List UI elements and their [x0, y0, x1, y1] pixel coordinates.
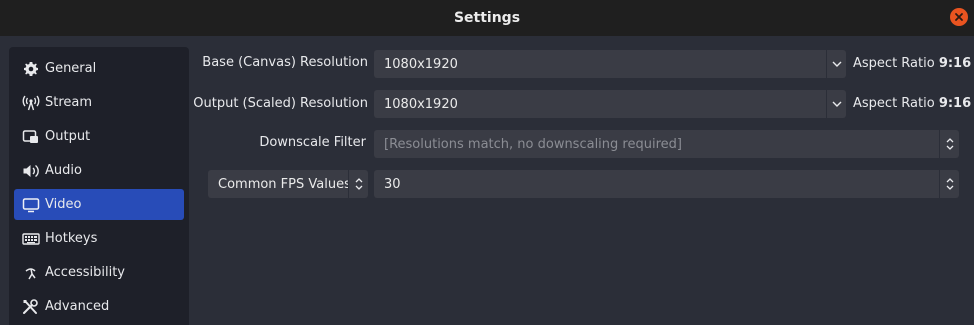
- sidebar-item-accessibility[interactable]: Accessibility: [14, 257, 184, 288]
- aspect-ratio-value: 9:16: [938, 56, 972, 71]
- gear-icon: [22, 60, 40, 78]
- aspect-ratio-label: Aspect Ratio: [853, 96, 935, 111]
- chevron-down-icon[interactable]: [826, 50, 846, 78]
- sidebar-item-label: Accessibility: [45, 265, 125, 280]
- aspect-ratio-value: 9:16: [938, 96, 972, 111]
- fps-value: 30: [384, 176, 401, 192]
- sidebar-item-label: General: [45, 61, 97, 76]
- tools-icon: [22, 298, 40, 316]
- accessibility-icon: [22, 264, 40, 282]
- sidebar-item-advanced[interactable]: Advanced: [14, 291, 184, 322]
- sidebar-item-video[interactable]: Video: [14, 189, 184, 220]
- speaker-icon: [22, 162, 40, 180]
- output-resolution-value: 1080x1920: [384, 96, 458, 112]
- output-aspect-ratio: Aspect Ratio 9:16: [853, 96, 971, 111]
- sidebar-item-output[interactable]: Output: [14, 121, 184, 152]
- fps-value-combo[interactable]: 30: [374, 170, 959, 198]
- up-down-arrows-icon[interactable]: [348, 170, 368, 198]
- window-title: Settings: [453, 10, 521, 26]
- title-bar: Settings: [0, 0, 974, 36]
- close-icon: [955, 13, 963, 21]
- up-down-arrows-icon[interactable]: [939, 170, 959, 198]
- downscale-filter-value: [Resolutions match, no downscaling requi…: [384, 136, 682, 152]
- base-aspect-ratio: Aspect Ratio 9:16: [853, 56, 971, 71]
- sidebar-item-general[interactable]: General: [14, 53, 184, 84]
- downscale-filter-combo[interactable]: [Resolutions match, no downscaling requi…: [374, 130, 959, 158]
- sidebar-item-audio[interactable]: Audio: [14, 155, 184, 186]
- up-down-arrows-icon[interactable]: [939, 130, 959, 158]
- downscale-filter-label: Downscale Filter: [259, 135, 366, 150]
- output-icon: [22, 128, 40, 146]
- base-resolution-value: 1080x1920: [384, 56, 458, 72]
- fps-type-combo[interactable]: Common FPS Values: [208, 170, 368, 198]
- sidebar-item-label: Stream: [45, 95, 93, 110]
- output-resolution-combo[interactable]: 1080x1920: [374, 90, 846, 118]
- aspect-ratio-label: Aspect Ratio: [853, 56, 935, 71]
- sidebar-item-label: Hotkeys: [45, 231, 98, 246]
- antenna-icon: [22, 94, 40, 112]
- sidebar-item-label: Audio: [45, 163, 82, 178]
- sidebar-item-label: Advanced: [45, 299, 110, 314]
- chevron-down-icon[interactable]: [826, 90, 846, 118]
- output-resolution-label: Output (Scaled) Resolution: [193, 96, 368, 111]
- sidebar-item-label: Output: [45, 129, 91, 144]
- keyboard-icon: [22, 230, 40, 248]
- settings-sidebar: General Stream Output Audio Video Hotkey…: [9, 47, 189, 325]
- fps-type-value: Common FPS Values: [218, 176, 348, 192]
- base-resolution-label: Base (Canvas) Resolution: [202, 55, 368, 70]
- base-resolution-combo[interactable]: 1080x1920: [374, 50, 846, 78]
- close-button[interactable]: [950, 8, 968, 26]
- sidebar-item-stream[interactable]: Stream: [14, 87, 184, 118]
- sidebar-item-hotkeys[interactable]: Hotkeys: [14, 223, 184, 254]
- sidebar-item-label: Video: [45, 197, 82, 212]
- monitor-icon: [22, 196, 40, 214]
